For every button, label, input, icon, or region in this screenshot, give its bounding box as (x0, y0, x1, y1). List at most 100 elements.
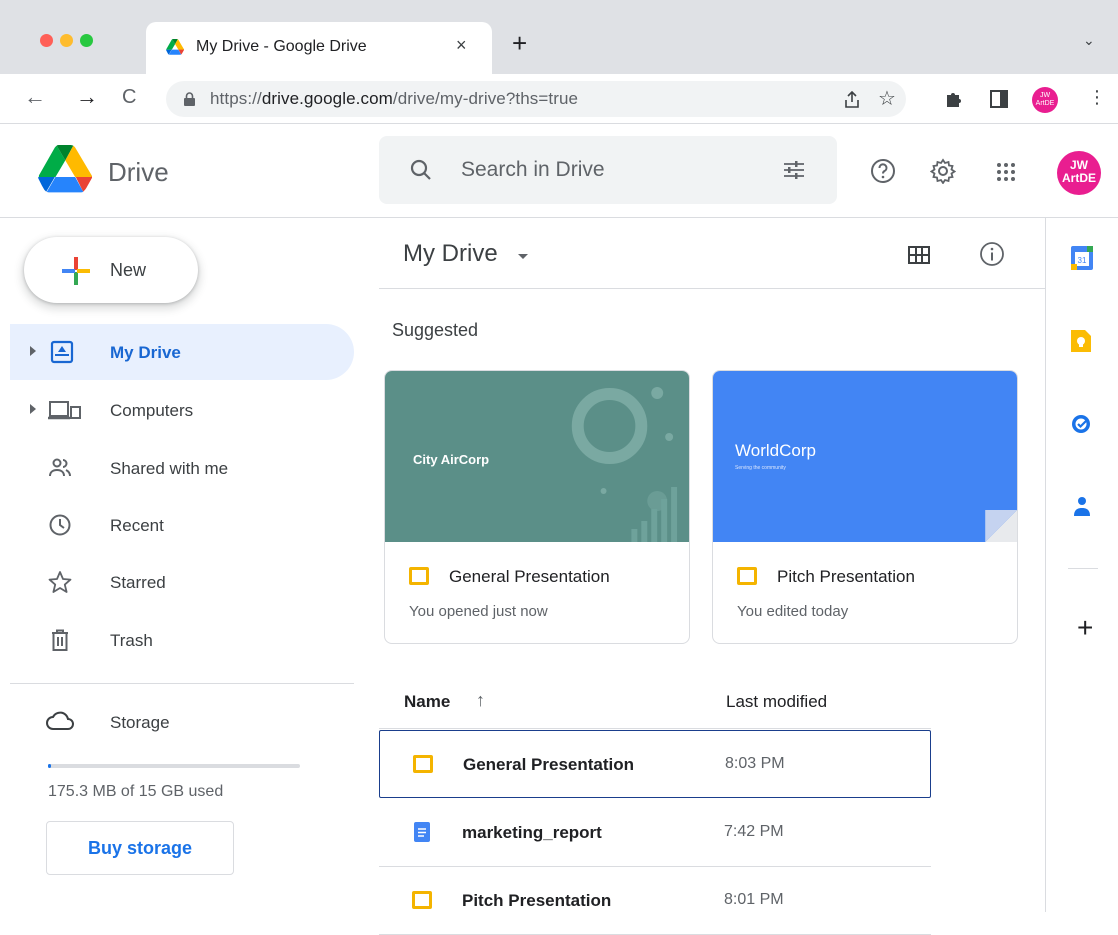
extensions-puzzle-icon[interactable] (944, 89, 964, 109)
get-addons-plus-icon[interactable]: + (1077, 614, 1093, 642)
tasks-icon[interactable] (1071, 414, 1091, 434)
drive-favicon-icon (166, 39, 184, 55)
table-row[interactable]: Pitch Presentation 8:01 PM (379, 867, 931, 935)
app-name[interactable]: Drive (108, 157, 169, 188)
help-icon[interactable] (870, 158, 896, 184)
browser-tab[interactable]: My Drive - Google Drive × (146, 22, 492, 74)
main-divider (379, 288, 1045, 289)
sidebar-item-my-drive[interactable]: My Drive (10, 324, 354, 380)
docs-lines-icon (418, 828, 426, 837)
new-button[interactable]: New (24, 237, 198, 303)
storage-usage-fill (48, 764, 51, 768)
list-header-divider (379, 728, 931, 729)
cloud-icon (46, 711, 74, 730)
card-activity-text: You opened just now (409, 603, 548, 620)
suggested-heading: Suggested (392, 320, 479, 340)
tab-search-chevron-icon[interactable]: ⌄ (1083, 32, 1095, 49)
settings-gear-icon[interactable] (930, 158, 956, 184)
back-arrow-icon[interactable]: ← (24, 83, 46, 111)
column-header-last-modified[interactable]: Last modified (726, 692, 827, 712)
info-icon[interactable] (979, 241, 1005, 267)
window-close-button[interactable] (40, 34, 53, 47)
page-title[interactable]: My Drive (403, 240, 498, 268)
share-icon[interactable] (844, 91, 860, 109)
shared-with-me-icon (49, 458, 71, 477)
browser-menu-icon[interactable]: ⋮ (1088, 87, 1106, 108)
search-icon[interactable] (409, 158, 433, 182)
card-file-name: General Presentation (449, 567, 610, 586)
grid-view-icon[interactable] (908, 246, 930, 264)
side-panel-icon[interactable] (990, 90, 1008, 108)
suggested-card-pitch-presentation[interactable]: WorldCorp Serving the community Pitch Pr… (712, 370, 1018, 644)
file-name: marketing_report (462, 823, 602, 842)
new-button-label: New (110, 260, 147, 280)
card-file-name: Pitch Presentation (777, 567, 915, 586)
keep-icon[interactable] (1071, 330, 1091, 352)
buy-storage-label: Buy storage (87, 838, 193, 858)
bookmark-star-icon[interactable]: ☆ (878, 86, 896, 111)
my-drive-icon (50, 340, 74, 364)
buy-storage-button[interactable]: Buy storage (46, 821, 234, 875)
slides-file-icon (413, 755, 433, 773)
sidebar-item-label: Recent (110, 516, 164, 535)
slides-file-icon (409, 567, 429, 585)
storage-usage-bar (48, 764, 300, 768)
browser-tab-strip: My Drive - Google Drive × + ⌄ (0, 0, 1118, 74)
file-modified: 8:01 PM (724, 891, 784, 908)
calendar-day-number: 31 (1078, 256, 1087, 265)
url-prefix: https:// (210, 89, 262, 108)
forward-arrow-icon[interactable]: → (76, 83, 98, 111)
expand-caret-icon[interactable] (30, 404, 36, 414)
title-dropdown-icon[interactable] (518, 254, 528, 259)
sidebar-item-label: Trash (110, 631, 153, 650)
sidebar-item-label: Shared with me (110, 459, 229, 478)
tab-close-icon[interactable]: × (456, 35, 467, 56)
lock-icon (184, 92, 195, 106)
sidebar-item-recent[interactable]: Recent (0, 497, 354, 553)
search-placeholder: Search in Drive (461, 158, 605, 181)
calendar-icon[interactable]: 31 (1071, 246, 1093, 270)
sidebar-item-label: Starred (110, 573, 166, 592)
sidebar-item-label: My Drive (110, 343, 181, 362)
side-panel-divider (1068, 568, 1098, 569)
contacts-icon[interactable] (1073, 496, 1091, 516)
storage-used-text: 175.3 MB of 15 GB used (48, 783, 224, 800)
account-avatar[interactable]: JW ArtDE (1057, 151, 1101, 195)
file-modified: 8:03 PM (725, 755, 785, 772)
sidebar-divider (10, 683, 354, 684)
reload-icon[interactable]: C (122, 83, 136, 111)
apps-grid-icon[interactable] (996, 162, 1016, 182)
file-modified: 7:42 PM (724, 823, 784, 840)
sidebar-item-computers[interactable]: Computers (0, 382, 354, 438)
sidebar-item-shared-with-me[interactable]: Shared with me (0, 440, 354, 496)
sidebar-item-trash[interactable]: Trash (0, 612, 354, 668)
expand-caret-icon[interactable] (30, 346, 36, 356)
search-options-icon[interactable] (783, 160, 805, 180)
tab-title: My Drive - Google Drive (196, 38, 367, 55)
window-maximize-button[interactable] (80, 34, 93, 47)
browser-profile-avatar[interactable]: JW ArtDE (1032, 87, 1058, 113)
url-text: https://drive.google.com/drive/my-drive?… (210, 89, 578, 109)
storage-label[interactable]: Storage (110, 713, 170, 733)
new-tab-button[interactable]: + (512, 30, 527, 56)
browser-toolbar: ← → C https://drive.google.com/drive/my-… (0, 74, 1118, 124)
window-minimize-button[interactable] (60, 34, 73, 47)
url-path: /drive/my-drive?ths=true (392, 89, 579, 108)
computers-icon (48, 401, 81, 420)
slides-file-icon (737, 567, 757, 585)
file-name: Pitch Presentation (462, 891, 612, 910)
table-row[interactable]: marketing_report 7:42 PM (379, 799, 931, 867)
sidebar-item-starred[interactable]: Starred (0, 554, 354, 610)
suggested-card-general-presentation[interactable]: City AirCorp General Presentation You op… (384, 370, 690, 644)
sidebar-item-label: Computers (110, 401, 194, 420)
sort-arrow-up-icon[interactable]: ↑ (476, 690, 485, 711)
side-panel-border (1045, 218, 1046, 912)
search-input[interactable]: Search in Drive (379, 136, 837, 204)
clock-icon (49, 514, 71, 536)
drive-logo-icon[interactable] (38, 145, 92, 193)
card-activity-text: You edited today (737, 603, 849, 620)
file-name: General Presentation (463, 755, 635, 774)
column-header-name[interactable]: Name (404, 692, 450, 712)
address-bar[interactable]: https://drive.google.com/drive/my-drive?… (166, 81, 906, 117)
table-row[interactable]: General Presentation 8:03 PM (379, 730, 931, 798)
